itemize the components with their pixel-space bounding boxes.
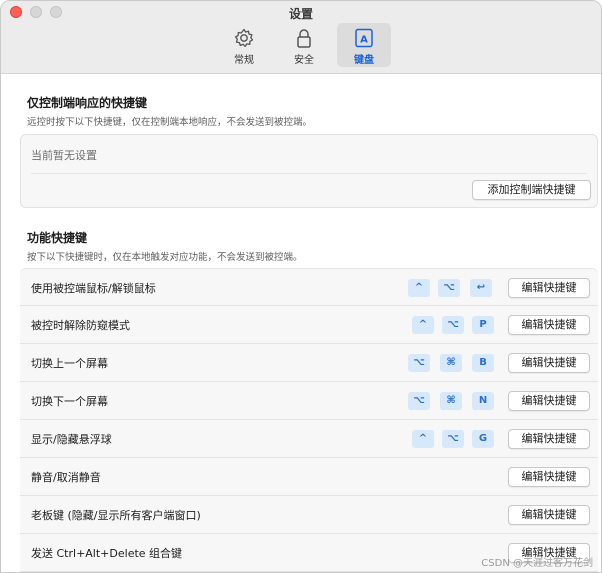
- function-shortcuts-title: 功能快捷键: [27, 231, 88, 245]
- empty-state-text: 当前暂无设置: [31, 149, 97, 162]
- controller-shortcuts-description: 远控时按下以下快捷键，仅在控制端本地响应，不会发送到被控端。: [27, 117, 313, 128]
- shortcut-row-floating-ball: 显示/隐藏悬浮球 ^ ⌥ G 编辑快捷键: [20, 420, 598, 458]
- key-option: ⌥: [442, 430, 464, 448]
- key-p: P: [472, 316, 494, 334]
- shortcut-label: 静音/取消静音: [31, 471, 101, 484]
- divider: [31, 173, 587, 174]
- key-option: ⌥: [408, 354, 430, 372]
- shortcut-label: 老板键 (隐藏/显示所有客户端窗口): [31, 509, 201, 522]
- tab-security-label: 安全: [294, 55, 314, 66]
- key-option: ⌥: [442, 316, 464, 334]
- tab-general[interactable]: 常规: [217, 23, 271, 67]
- edit-shortcut-button[interactable]: 编辑快捷键: [508, 391, 590, 411]
- add-controller-shortcut-button[interactable]: 添加控制端快捷键: [472, 180, 591, 200]
- shortcut-row-mute: 静音/取消静音 编辑快捷键: [20, 458, 598, 496]
- key-option: ⌥: [438, 279, 460, 297]
- title-bar: 设置 常规 安全 A 键盘: [1, 1, 601, 74]
- watermark: CSDN @天涯过客万花剑: [481, 558, 593, 569]
- window-title: 设置: [288, 7, 313, 21]
- edit-shortcut-button[interactable]: 编辑快捷键: [508, 429, 590, 449]
- key-return: ↩: [470, 279, 492, 297]
- tab-general-label: 常规: [234, 55, 254, 66]
- edit-shortcut-button[interactable]: 编辑快捷键: [508, 315, 590, 335]
- controller-shortcuts-panel: 当前暂无设置 添加控制端快捷键: [20, 134, 598, 208]
- lock-icon: [297, 29, 311, 48]
- shortcut-row-boss-key: 老板键 (隐藏/显示所有客户端窗口) 编辑快捷键: [20, 496, 598, 534]
- edit-shortcut-button[interactable]: 编辑快捷键: [508, 353, 590, 373]
- tab-security[interactable]: 安全: [277, 23, 331, 67]
- key-b: B: [472, 354, 494, 372]
- settings-content: 仅控制端响应的快捷键 远控时按下以下快捷键，仅在控制端本地响应，不会发送到被控端…: [1, 74, 601, 572]
- edit-shortcut-button[interactable]: 编辑快捷键: [508, 467, 590, 487]
- function-shortcuts-description: 按下以下快捷键时，仅在本地触发对应功能，不会发送到被控端。: [27, 252, 303, 263]
- settings-window: 设置 常规 安全 A 键盘 仅控制端响应的快捷键 远控时按下以下快捷键，仅在控制…: [0, 0, 602, 573]
- shortcut-label: 使用被控端鼠标/解锁鼠标: [31, 282, 156, 295]
- shortcut-label: 被控时解除防窥模式: [31, 319, 130, 332]
- controller-shortcuts-title: 仅控制端响应的快捷键: [27, 96, 148, 110]
- key-command: ⌘: [440, 354, 462, 372]
- shortcut-row-privacy-mode: 被控时解除防窥模式 ^ ⌥ P 编辑快捷键: [20, 306, 598, 344]
- key-command: ⌘: [440, 392, 462, 410]
- shortcut-label: 切换上一个屏幕: [31, 357, 108, 370]
- shortcut-row-next-screen: 切换下一个屏幕 ⌥ ⌘ N 编辑快捷键: [20, 382, 598, 420]
- shortcut-label: 发送 Ctrl+Alt+Delete 组合键: [31, 547, 183, 560]
- key-n: N: [472, 392, 494, 410]
- key-control: ^: [412, 316, 434, 334]
- shortcut-label: 切换下一个屏幕: [31, 395, 108, 408]
- shortcut-label: 显示/隐藏悬浮球: [31, 433, 112, 446]
- tab-keyboard-label: 键盘: [354, 55, 374, 66]
- edit-shortcut-button[interactable]: 编辑快捷键: [508, 505, 590, 525]
- keyboard-icon: A: [355, 28, 373, 48]
- shortcut-row-prev-screen: 切换上一个屏幕 ⌥ ⌘ B 编辑快捷键: [20, 344, 598, 382]
- shortcut-row-unlock-mouse: 使用被控端鼠标/解锁鼠标 ^ ⌥ ↩ 编辑快捷键: [20, 268, 598, 306]
- tab-keyboard[interactable]: A 键盘: [337, 23, 391, 67]
- svg-text:A: A: [360, 35, 368, 46]
- key-control: ^: [412, 430, 434, 448]
- key-g: G: [472, 430, 494, 448]
- edit-shortcut-button[interactable]: 编辑快捷键: [508, 278, 590, 298]
- key-option: ⌥: [408, 392, 430, 410]
- gear-icon: [234, 28, 254, 47]
- key-control: ^: [408, 279, 430, 297]
